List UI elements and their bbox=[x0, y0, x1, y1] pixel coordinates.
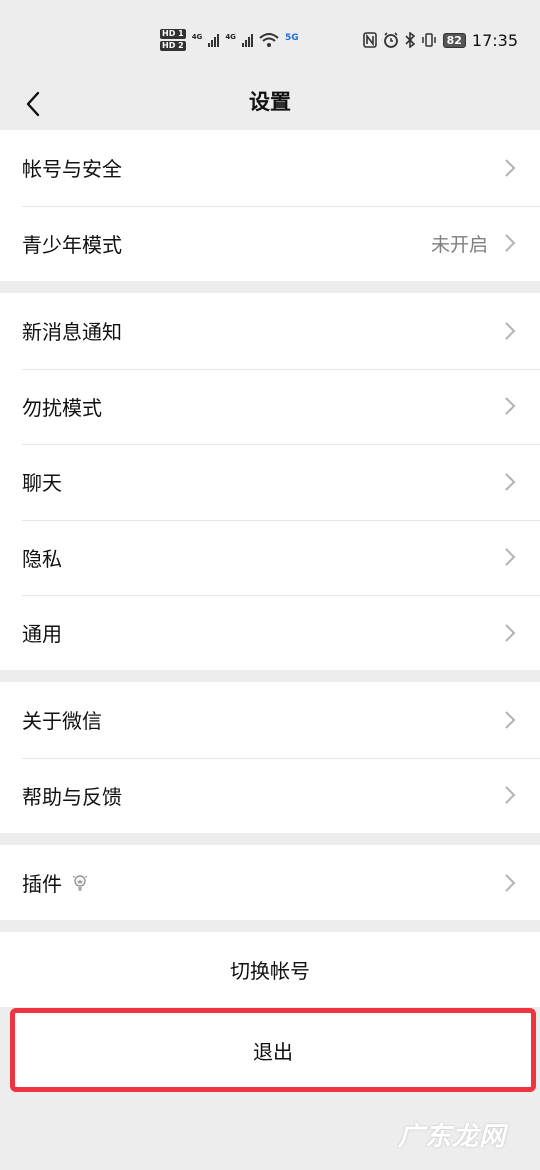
status-bar: HD 1 HD 2 4G 4G 5G 82 17:35 bbox=[0, 0, 540, 80]
settings-row-privacy[interactable]: 隐私 bbox=[0, 519, 540, 596]
wifi-icon bbox=[259, 33, 279, 47]
row-label: 帮助与反馈 bbox=[22, 784, 122, 809]
lightbulb-icon bbox=[72, 874, 88, 892]
logout-button[interactable]: 退出 bbox=[10, 1008, 536, 1092]
row-status: 未开启 bbox=[430, 233, 488, 256]
settings-row-general[interactable]: 通用 bbox=[0, 595, 540, 671]
switch-account-label: 切换帐号 bbox=[230, 959, 310, 983]
chevron-right-icon bbox=[505, 548, 516, 566]
row-label: 帐号与安全 bbox=[22, 157, 122, 182]
battery-indicator: 82 bbox=[442, 32, 466, 48]
network-type-1: 4G bbox=[191, 33, 203, 41]
status-time: 17:35 bbox=[471, 30, 518, 50]
chevron-right-icon bbox=[505, 624, 516, 642]
settings-group-general: 新消息通知 勿扰模式 聊天 隐私 通用 bbox=[0, 293, 540, 670]
watermark-text: 广东龙网 bbox=[397, 1122, 506, 1152]
chevron-right-icon bbox=[505, 397, 516, 415]
settings-row-chat[interactable]: 聊天 bbox=[0, 444, 540, 520]
signal-icon-2 bbox=[241, 33, 253, 47]
chevron-right-icon bbox=[505, 711, 516, 729]
logout-label: 退出 bbox=[253, 1039, 293, 1064]
network-type-5g: 5G bbox=[284, 33, 299, 43]
switch-account-button[interactable]: 切换帐号 bbox=[0, 932, 540, 1007]
alarm-icon bbox=[383, 32, 398, 48]
settings-row-plugins[interactable]: 插件 bbox=[0, 845, 540, 921]
chevron-right-icon bbox=[505, 159, 516, 177]
network-type-2: 4G bbox=[225, 33, 236, 41]
sim-hd-indicators: HD 1 HD 2 bbox=[160, 29, 186, 51]
chevron-right-icon bbox=[505, 322, 516, 340]
settings-row-account-security[interactable]: 帐号与安全 bbox=[0, 130, 540, 206]
chevron-right-icon bbox=[505, 234, 516, 252]
vibrate-icon bbox=[421, 33, 436, 47]
settings-row-do-not-disturb[interactable]: 勿扰模式 bbox=[0, 368, 540, 445]
settings-row-help-feedback[interactable]: 帮助与反馈 bbox=[0, 757, 540, 834]
row-label: 新消息通知 bbox=[22, 320, 122, 345]
settings-row-teen-mode[interactable]: 青少年模式 未开启 bbox=[0, 205, 540, 282]
row-label: 勿扰模式 bbox=[22, 395, 102, 420]
chevron-right-icon bbox=[505, 874, 516, 892]
navigation-bar: 设置 bbox=[0, 80, 540, 128]
settings-group-account: 帐号与安全 青少年模式 未开启 bbox=[0, 130, 540, 281]
row-label: 通用 bbox=[22, 622, 62, 647]
chevron-right-icon bbox=[505, 786, 516, 804]
row-label: 聊天 bbox=[22, 471, 62, 496]
row-label: 隐私 bbox=[22, 546, 62, 571]
settings-row-about-wechat[interactable]: 关于微信 bbox=[0, 682, 540, 758]
signal-icon-1 bbox=[208, 33, 220, 47]
row-label: 关于微信 bbox=[22, 709, 102, 734]
page-title: 设置 bbox=[249, 90, 291, 114]
settings-group-plugins: 插件 bbox=[0, 845, 540, 920]
hd-badge-1: HD 1 bbox=[160, 29, 186, 39]
bluetooth-icon bbox=[405, 32, 415, 48]
settings-group-about: 关于微信 帮助与反馈 bbox=[0, 682, 540, 833]
settings-row-new-message-notification[interactable]: 新消息通知 bbox=[0, 293, 540, 369]
row-label: 插件 bbox=[22, 872, 62, 897]
hd-badge-2: HD 2 bbox=[160, 41, 186, 51]
row-label: 青少年模式 bbox=[22, 232, 122, 257]
chevron-right-icon bbox=[505, 473, 516, 491]
nfc-icon bbox=[362, 32, 377, 48]
